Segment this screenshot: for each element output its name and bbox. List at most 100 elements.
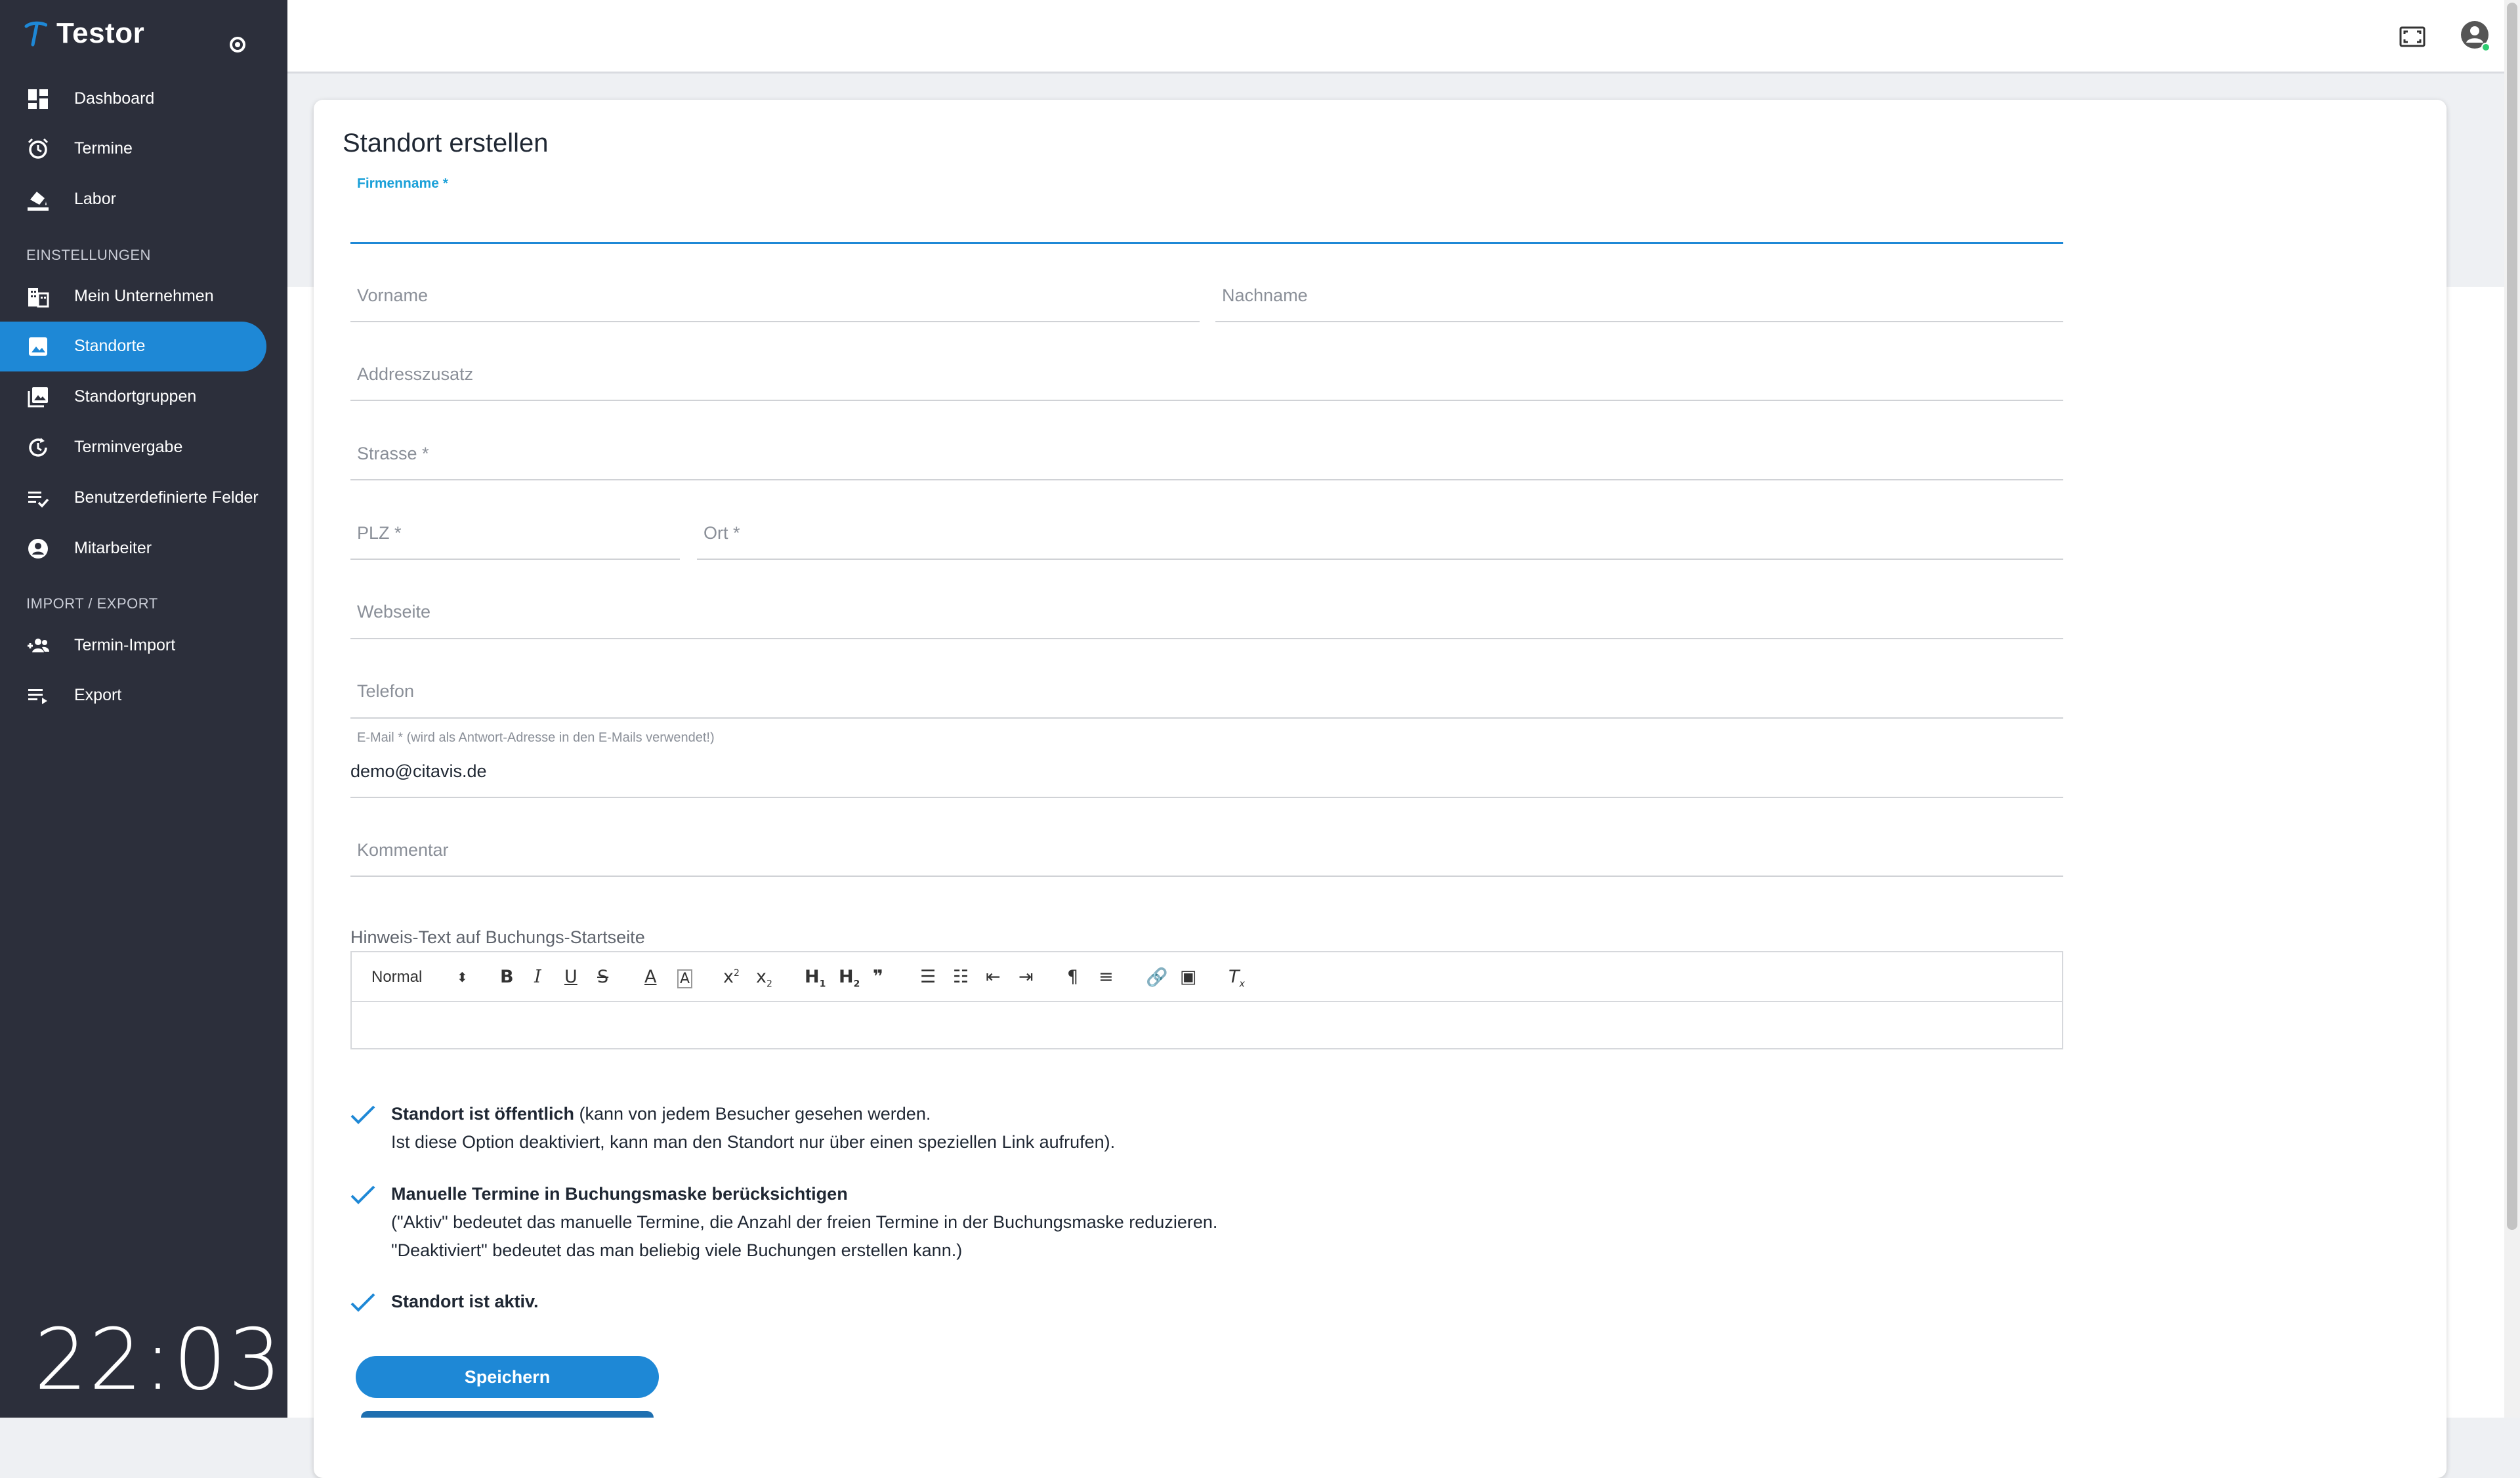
section-import-export: IMPORT / EXPORT bbox=[26, 595, 158, 612]
check-icon[interactable] bbox=[349, 1103, 377, 1128]
sidebar: Testor Dashboard Termine Labor EINSTELLU… bbox=[0, 0, 287, 1418]
plz-input[interactable] bbox=[350, 512, 680, 558]
strasse-input[interactable] bbox=[350, 433, 2063, 479]
active-option-title: Standort ist aktiv. bbox=[391, 1292, 539, 1311]
check-icon[interactable] bbox=[349, 1290, 377, 1315]
clock: 22:03 bbox=[34, 1311, 283, 1409]
plz-underline bbox=[350, 559, 680, 560]
webseite-input[interactable] bbox=[350, 591, 2063, 637]
user-account-icon[interactable] bbox=[2458, 18, 2492, 53]
sidebar-item-mein-unternehmen[interactable]: Mein Unternehmen bbox=[0, 272, 266, 322]
kommentar-input[interactable] bbox=[350, 828, 2063, 874]
editor-toolbar: Normal ⬍ B I U S A A x2 x2 H1 H2 ❞ ☰ ☷ ⇤… bbox=[352, 952, 2062, 1002]
blockquote-icon[interactable]: ❞ bbox=[873, 967, 883, 987]
check-icon[interactable] bbox=[349, 1183, 377, 1208]
sidebar-item-benutzerdefinierte-felder[interactable]: Benutzerdefinierte Felder bbox=[0, 473, 266, 523]
addresszusatz-underline bbox=[350, 400, 2063, 401]
ort-input[interactable] bbox=[697, 512, 2063, 558]
underline-icon[interactable]: U bbox=[564, 967, 578, 987]
indent-decrease-icon[interactable]: ⇤ bbox=[986, 967, 1001, 987]
nachname-underline bbox=[1215, 321, 2063, 322]
sidebar-item-mitarbeiter[interactable]: Mitarbeiter bbox=[0, 524, 266, 574]
alarm-clock-icon bbox=[28, 138, 49, 159]
indent-increase-icon[interactable]: ⇥ bbox=[1018, 967, 1034, 987]
sidebar-item-label: Export bbox=[74, 686, 122, 704]
vorname-input[interactable] bbox=[350, 276, 1200, 322]
playlist-play-icon bbox=[28, 689, 47, 704]
sidebar-toggle-icon[interactable] bbox=[230, 37, 245, 53]
ordered-list-icon[interactable]: ☰ bbox=[920, 967, 936, 987]
public-option-text: Standort ist öffentlich (kann von jedem … bbox=[391, 1100, 1115, 1156]
page-title: Standort erstellen bbox=[343, 129, 549, 158]
text-direction-icon[interactable]: ¶ bbox=[1067, 967, 1078, 987]
sidebar-item-terminvergabe[interactable]: Terminvergabe bbox=[0, 423, 266, 473]
logo-icon bbox=[24, 21, 47, 47]
background-color-icon[interactable]: A bbox=[677, 969, 693, 988]
email-label: E-Mail * (wird als Antwort-Adresse in de… bbox=[357, 730, 715, 745]
firmenname-input[interactable] bbox=[350, 197, 2063, 243]
select-arrows-icon[interactable]: ⬍ bbox=[457, 969, 468, 985]
heading1-icon[interactable]: H1 bbox=[805, 967, 826, 989]
nachname-input[interactable] bbox=[1215, 276, 2063, 322]
format-select[interactable]: Normal bbox=[371, 968, 422, 986]
ort-underline bbox=[697, 559, 2063, 560]
bold-icon[interactable]: B bbox=[500, 967, 514, 987]
sidebar-item-labor[interactable]: Labor bbox=[0, 175, 266, 224]
sidebar-item-standortgruppen[interactable]: Standortgruppen bbox=[0, 372, 266, 422]
image-icon bbox=[29, 337, 47, 356]
superscript-icon[interactable]: x2 bbox=[723, 967, 740, 987]
save-button[interactable]: Speichern bbox=[356, 1356, 659, 1398]
sidebar-item-label: Termin-Import bbox=[74, 636, 176, 654]
italic-icon[interactable]: I bbox=[534, 967, 541, 987]
playlist-check-icon bbox=[28, 492, 49, 508]
scrollbar[interactable] bbox=[2504, 0, 2520, 1418]
sidebar-item-label: Mitarbeiter bbox=[74, 539, 152, 557]
building-icon bbox=[28, 288, 49, 308]
sidebar-item-export[interactable]: Export bbox=[0, 671, 266, 721]
sidebar-item-termin-import[interactable]: Termin-Import bbox=[0, 621, 266, 671]
app-name: Testor bbox=[56, 17, 145, 49]
sidebar-item-label: Standortgruppen bbox=[74, 387, 197, 406]
rich-text-editor: Normal ⬍ B I U S A A x2 x2 H1 H2 ❞ ☰ ☷ ⇤… bbox=[350, 951, 2063, 1049]
heading2-icon[interactable]: H2 bbox=[839, 967, 860, 989]
sidebar-item-dashboard[interactable]: Dashboard bbox=[0, 74, 266, 124]
dashboard-icon bbox=[28, 89, 48, 109]
bullet-list-icon[interactable]: ☷ bbox=[953, 967, 969, 987]
sidebar-item-termine[interactable]: Termine bbox=[0, 124, 266, 174]
scrollbar-thumb[interactable] bbox=[2507, 3, 2517, 1230]
top-bar bbox=[287, 0, 2504, 74]
fullscreen-icon[interactable] bbox=[2398, 22, 2427, 51]
editor-content[interactable] bbox=[352, 1001, 2062, 1048]
subscript-icon[interactable]: x2 bbox=[756, 967, 772, 989]
manual-option-text: Manuelle Termine in Buchungsmaske berück… bbox=[391, 1180, 1217, 1265]
addresszusatz-input[interactable] bbox=[350, 354, 2063, 400]
telefon-input[interactable] bbox=[350, 669, 2063, 715]
public-option-desc-2: Ist diese Option deaktiviert, kann man d… bbox=[391, 1132, 1116, 1152]
manual-option-desc: ("Aktiv" bedeutet das manuelle Termine, … bbox=[391, 1212, 1218, 1232]
clear-format-icon[interactable]: Tx bbox=[1228, 967, 1245, 989]
email-underline bbox=[350, 797, 2063, 798]
sidebar-item-standorte[interactable]: Standorte bbox=[0, 322, 266, 371]
align-icon[interactable]: ≡ bbox=[1099, 967, 1114, 987]
strasse-underline bbox=[350, 479, 2063, 480]
secondary-button-edge[interactable] bbox=[361, 1411, 654, 1418]
strikethrough-icon[interactable]: S bbox=[597, 967, 608, 987]
account-circle-icon bbox=[28, 539, 48, 559]
firmenname-underline bbox=[350, 242, 2063, 244]
kommentar-underline bbox=[350, 876, 2063, 877]
editor-label: Hinweis-Text auf Buchungs-Startseite bbox=[350, 927, 645, 947]
public-option-desc: (kann von jedem Besucher gesehen werden. bbox=[574, 1104, 931, 1124]
brand[interactable]: Testor bbox=[24, 17, 144, 50]
link-icon[interactable]: 🔗 bbox=[1146, 967, 1168, 988]
group-add-icon bbox=[28, 639, 49, 652]
image-icon[interactable]: ▣ bbox=[1180, 967, 1197, 987]
manual-option-title: Manuelle Termine in Buchungsmaske berück… bbox=[391, 1184, 848, 1204]
webseite-underline bbox=[350, 638, 2063, 639]
sidebar-item-label: Dashboard bbox=[74, 89, 155, 108]
section-einstellungen: EINSTELLUNGEN bbox=[26, 247, 151, 263]
active-option-text: Standort ist aktiv. bbox=[391, 1288, 539, 1316]
text-color-icon[interactable]: A bbox=[644, 967, 656, 987]
paint-bucket-icon bbox=[28, 192, 49, 211]
email-input[interactable]: demo@citavis.de bbox=[350, 761, 487, 782]
sidebar-item-label: Termine bbox=[74, 139, 133, 158]
